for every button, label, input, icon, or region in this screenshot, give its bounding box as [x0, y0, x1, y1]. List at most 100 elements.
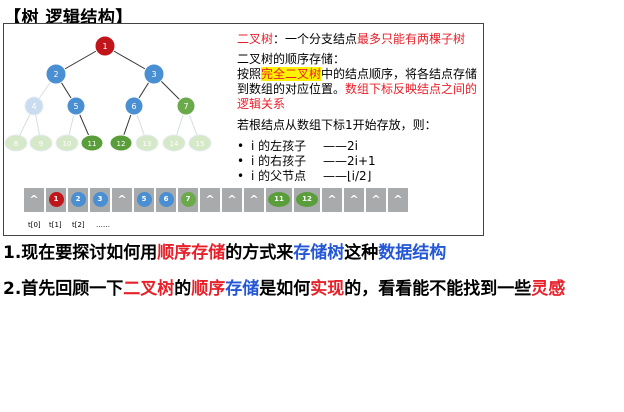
rule-left-child: • i 的左孩子 ——2i	[237, 139, 479, 154]
rule-key: i 的右孩子	[251, 154, 307, 168]
array-cell: 7	[178, 188, 198, 212]
array-cell: 2	[68, 188, 88, 212]
array-cell: ^	[344, 188, 364, 212]
note-emphasis: 二叉树	[123, 279, 175, 299]
array-cell: ^	[388, 188, 408, 212]
note-line-1: 1.现在要探讨如何用顺序存储的方式来存储树这种数据结构	[3, 238, 446, 263]
tree-node-label: 6	[131, 102, 136, 111]
note-emphasis: 存储树	[293, 243, 345, 263]
tree-node: 9	[29, 134, 53, 152]
array-cell: ^	[366, 188, 386, 212]
array-node-badge: 6	[158, 192, 174, 207]
rule-key: i 的父节点	[251, 169, 307, 183]
note-line-2: 2.首先回顾一下二叉树的顺序存储是如何实现的，看看能不能找到一些灵感	[3, 274, 565, 299]
bullet: •	[237, 139, 245, 153]
storage-paragraph: 按照完全二叉树中的结点顺序，将各结点存储到数组的对应位置。数组下标反映结点之间的…	[237, 67, 479, 112]
array-cell: ^	[322, 188, 342, 212]
array-cell: 5	[134, 188, 154, 212]
tree-node: 12	[109, 134, 133, 152]
array-cell: 12	[294, 188, 320, 212]
tree-node-label: 2	[53, 70, 58, 79]
definition-line: 二叉树：一个分支结点最多只能有两棵子树	[237, 32, 479, 47]
rule-parent: • i 的父节点 ——⌊i/2⌋	[237, 169, 479, 184]
note-emphasis: 存储	[225, 279, 260, 299]
note-emphasis: 顺序	[191, 279, 226, 299]
note-emphasis: 顺序存储	[157, 243, 226, 263]
definition-text: ：一个分支结点	[273, 32, 358, 46]
definition-emphasis: 最多只能有两棵子树	[357, 32, 466, 46]
note-emphasis: 实现	[310, 279, 345, 299]
tree-node: 8	[4, 134, 28, 152]
bullet: •	[237, 169, 245, 183]
array-cell: 11	[266, 188, 292, 212]
storage-title: 二叉树的顺序存储：	[237, 52, 346, 66]
array-node-badge: 1	[48, 192, 64, 207]
index-rule-intro: 若根结点从数组下标1开始存放，则：	[237, 118, 437, 132]
tree-node-label: 15	[196, 140, 205, 148]
index-label: t[0]	[28, 221, 41, 229]
tree-node-label: 7	[183, 102, 188, 111]
array-cell: ^	[24, 188, 44, 212]
tree-node-label: 1	[102, 42, 107, 51]
array-cell: 3	[90, 188, 110, 212]
bullet: •	[237, 154, 245, 168]
array-cell: 1	[46, 188, 66, 212]
rule-right-child: • i 的右孩子 ——2i+1	[237, 154, 479, 169]
binary-tree-diagram: 12 34 5 6 78 9 10 11 12 13 14 15	[4, 35, 212, 152]
array-cell: ^	[112, 188, 132, 212]
array-node-badge: 11	[268, 192, 290, 207]
rule-key: i 的左孩子	[251, 139, 307, 153]
array-node-badge: 2	[70, 192, 86, 207]
note-text: 1.现在要探讨如何用	[3, 243, 158, 263]
rule-value: ——2i	[323, 139, 358, 153]
tree-node-label: 10	[63, 140, 72, 148]
array-node-badge: 5	[136, 192, 152, 207]
tree-node: 10	[55, 134, 79, 152]
index-label: t[2]	[72, 221, 85, 229]
array-cell: ^	[244, 188, 264, 212]
tree-node: 1	[94, 35, 116, 57]
array-node-badge: 3	[92, 192, 108, 207]
tree-node-label: 14	[170, 140, 179, 148]
term-binary-tree: 二叉树	[237, 32, 274, 46]
tree-node-label: 11	[88, 140, 97, 148]
tree-node: 6	[124, 96, 144, 116]
tree-node: 4	[24, 96, 44, 116]
note-text: 的，看看能不能找到一些	[344, 279, 532, 299]
tree-node-label: 12	[117, 140, 126, 148]
description-text: 二叉树：一个分支结点最多只能有两棵子树 二叉树的顺序存储： 按照完全二叉树中的结…	[237, 32, 479, 184]
index-label: ……	[96, 221, 110, 229]
highlight-complete-binary-tree: 完全二叉树	[261, 67, 322, 81]
note-emphasis: 数据结构	[378, 243, 447, 263]
tree-node: 3	[143, 63, 165, 85]
tree-node-label: 13	[143, 140, 152, 148]
tree-node-label: 8	[14, 140, 18, 148]
index-rule-list: • i 的左孩子 ——2i • i 的右孩子 ——2i+1 • i 的父节点 ——⌊i/2⌋	[237, 139, 479, 184]
tree-node-label: 3	[151, 70, 156, 79]
tree-node: 14	[162, 134, 186, 152]
rule-value: ——2i+1	[323, 154, 376, 168]
tree-node: 2	[45, 63, 67, 85]
tree-node-label: 9	[39, 140, 43, 148]
note-text: 的方式来	[225, 243, 294, 263]
tree-node-label: 5	[73, 102, 78, 111]
tree-node: 5	[66, 96, 86, 116]
note-text: 这种	[344, 243, 379, 263]
rule-value: ——⌊i/2⌋	[323, 169, 372, 183]
index-label: t[1]	[49, 221, 62, 229]
tree-node: 15	[188, 134, 212, 152]
tree-node: 13	[135, 134, 159, 152]
tree-node-label: 4	[31, 102, 36, 111]
paragraph-text: 按照	[237, 67, 262, 81]
tree-node: 11	[80, 134, 104, 152]
array-cell: ^	[222, 188, 242, 212]
note-text: 的	[174, 279, 192, 299]
note-text: 2.首先回顾一下	[3, 279, 124, 299]
array-node-badge: 12	[296, 192, 318, 207]
tree-node: 7	[176, 96, 196, 116]
note-emphasis: 灵感	[531, 279, 566, 299]
binary-tree-figure: 1 2 3 4 5 6 7 8 9 10 11 12 13 14 15 二叉树：一个分支结点最多只能有两棵子…	[3, 23, 484, 236]
note-text: 是如何	[259, 279, 311, 299]
array-cell: ^	[200, 188, 220, 212]
array-cell: 6	[156, 188, 176, 212]
